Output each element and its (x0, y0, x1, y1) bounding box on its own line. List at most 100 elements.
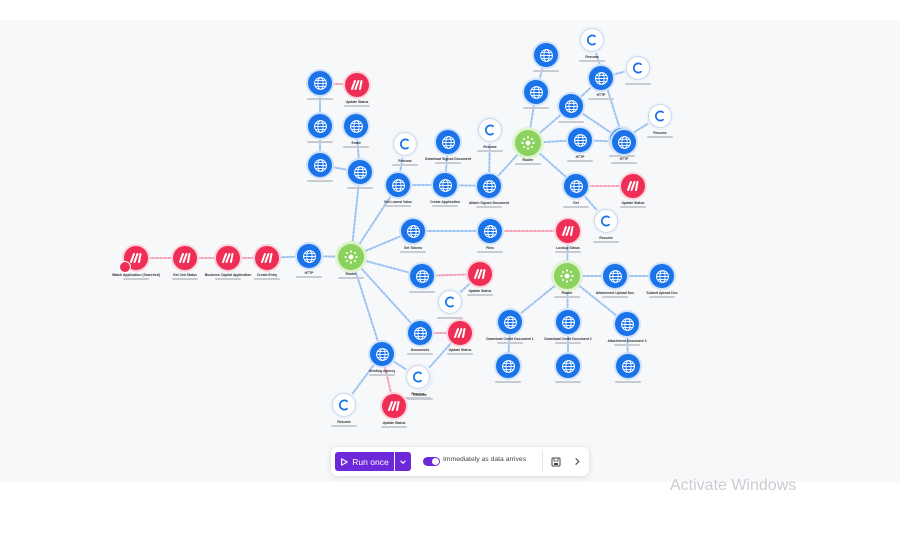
module-label: Create Entry (256, 273, 278, 277)
connection-router_main-h29[interactable] (350, 256, 421, 334)
run-options-dropdown[interactable] (395, 452, 411, 471)
module-h10[interactable] (534, 43, 558, 67)
resume-icon (632, 62, 642, 74)
module-h11[interactable] (524, 80, 548, 104)
module-sublabel (495, 381, 521, 383)
module-get_job[interactable] (173, 246, 197, 270)
module-router_top[interactable] (515, 130, 541, 156)
schedule-toggle[interactable] (423, 457, 440, 466)
module-sublabel (369, 374, 395, 376)
module-res2[interactable] (478, 118, 502, 142)
make-logo-icon (179, 253, 191, 263)
module-h17[interactable] (564, 174, 588, 198)
module-h18[interactable] (401, 219, 425, 243)
module-router_main[interactable] (338, 244, 364, 270)
module-h1[interactable] (308, 71, 332, 95)
module-h7[interactable] (386, 173, 410, 197)
module-h12[interactable] (589, 66, 613, 90)
schedule-label: Immediately as data arrives (443, 456, 527, 463)
expand-toolbar-button[interactable] (571, 455, 583, 468)
module-lookup[interactable] (556, 219, 580, 243)
module-sublabel (307, 141, 333, 143)
module-h19[interactable] (478, 219, 502, 243)
module-upd5[interactable] (382, 394, 406, 418)
module-res4[interactable] (648, 104, 672, 128)
module-h15[interactable] (568, 128, 592, 152)
module-sublabel (344, 105, 370, 107)
module-res5[interactable] (580, 28, 604, 52)
toolbar-divider (542, 451, 543, 472)
make-logo-icon (130, 253, 142, 263)
module-label: Attach Signed Document (468, 201, 510, 205)
module-h2[interactable] (308, 114, 332, 138)
module-label: Resume (653, 131, 667, 135)
module-h24[interactable] (556, 310, 580, 334)
module-h23[interactable] (498, 310, 522, 334)
floppy-disk-icon (551, 457, 560, 466)
module-business[interactable] (216, 246, 240, 270)
windows-activation-watermark: Activate Windows (670, 477, 797, 494)
module-http_main[interactable] (297, 244, 321, 268)
module-sublabel (477, 150, 503, 152)
module-label: Resume (411, 392, 425, 396)
module-sublabel (555, 381, 581, 383)
globe-icon (438, 178, 452, 192)
module-h13[interactable] (559, 94, 583, 118)
module-h26[interactable] (496, 354, 520, 378)
module-label: Business Capital Application (204, 273, 252, 277)
module-upd2[interactable] (621, 174, 645, 198)
module-h3[interactable] (344, 114, 368, 138)
module-h5[interactable] (348, 160, 372, 184)
module-label: Router (522, 158, 534, 162)
module-label: Download Credit Document 1 (486, 337, 534, 341)
module-res6[interactable] (594, 209, 618, 233)
router-icon (560, 269, 574, 283)
scenario-canvas[interactable]: Watch Application (Searched) Get Job Stat… (0, 20, 900, 482)
module-h28[interactable] (616, 354, 640, 378)
module-label: Email (351, 141, 361, 145)
make-logo-icon (388, 401, 400, 411)
module-sublabel (215, 278, 241, 280)
module-h25[interactable] (615, 312, 639, 336)
module-upd4[interactable] (448, 321, 472, 345)
globe-icon (406, 224, 420, 238)
module-sublabel (533, 70, 559, 72)
module-h8[interactable] (433, 173, 457, 197)
module-res1[interactable] (393, 132, 417, 156)
module-sublabel (476, 206, 502, 208)
module-h29[interactable] (408, 321, 432, 345)
globe-icon (655, 269, 669, 283)
module-h4[interactable] (308, 153, 332, 177)
module-sublabel (625, 83, 651, 85)
globe-icon (313, 158, 327, 172)
module-sublabel (554, 296, 580, 298)
module-trigger[interactable] (119, 246, 148, 273)
module-res3[interactable] (626, 56, 650, 80)
module-label: Download Credit Document 2 (544, 337, 592, 341)
module-h22[interactable] (650, 264, 674, 288)
module-sublabel (331, 425, 357, 427)
module-h30[interactable] (370, 342, 394, 366)
module-label: Submit Upload Doc (646, 291, 678, 295)
module-upd1[interactable] (345, 73, 369, 97)
module-res10[interactable] (332, 393, 356, 417)
module-h16[interactable] (612, 130, 636, 154)
module-sublabel (649, 296, 675, 298)
module-h20[interactable] (410, 264, 434, 288)
module-res9[interactable] (406, 365, 430, 389)
module-h9[interactable] (477, 174, 501, 198)
module-upd3[interactable] (468, 262, 492, 286)
module-label: Update Status (468, 289, 492, 293)
globe-icon (482, 179, 496, 193)
module-router_mid[interactable] (554, 263, 580, 289)
module-h6[interactable] (436, 130, 460, 154)
module-label: HTTP (575, 155, 585, 159)
module-h21[interactable] (603, 264, 627, 288)
module-res7[interactable] (438, 290, 462, 314)
module-label: Watch Application (Searched) (112, 273, 160, 277)
save-button[interactable] (549, 455, 562, 468)
module-create_entry[interactable] (255, 246, 279, 270)
run-once-button[interactable]: Run once (335, 452, 394, 471)
module-h27[interactable] (556, 354, 580, 378)
globe-icon (302, 249, 316, 263)
